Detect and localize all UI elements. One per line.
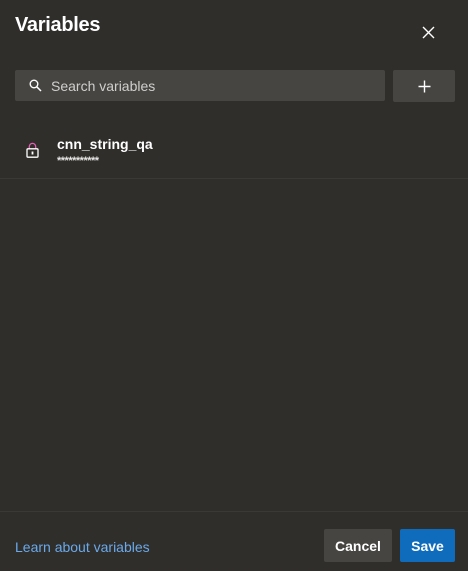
variable-value-masked: ***********	[57, 155, 99, 167]
variables-panel: Variables cnn_string_qa *********** Lear…	[0, 0, 468, 571]
variable-row[interactable]: cnn_string_qa ***********	[0, 126, 468, 179]
panel-title: Variables	[15, 14, 101, 36]
lock-icon	[26, 142, 39, 158]
search-input[interactable]	[51, 70, 385, 101]
close-button[interactable]	[414, 18, 442, 46]
plus-icon	[418, 80, 430, 92]
add-variable-button[interactable]	[393, 70, 455, 102]
variable-name: cnn_string_qa	[57, 136, 153, 152]
close-icon	[422, 26, 434, 38]
cancel-button[interactable]: Cancel	[324, 529, 392, 562]
save-button[interactable]: Save	[400, 529, 455, 562]
learn-about-variables-link[interactable]: Learn about variables	[15, 539, 150, 555]
panel-footer: Learn about variables Cancel Save	[0, 511, 468, 571]
search-icon	[28, 79, 42, 93]
search-box[interactable]	[15, 70, 385, 101]
